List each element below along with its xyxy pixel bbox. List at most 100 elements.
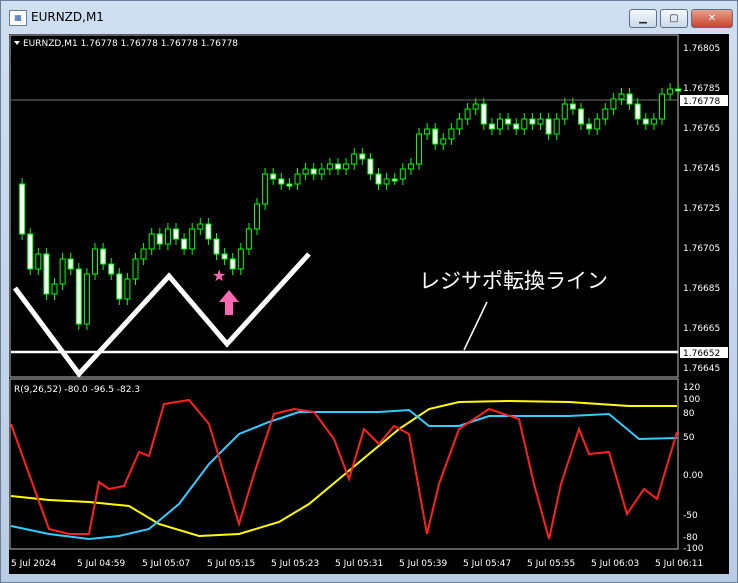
indicator-scale-label: -80 [683,533,698,543]
candle-body [92,248,98,275]
candle-body [642,118,649,125]
candle-body [318,168,325,175]
line-price-label: 1.76652 [683,349,720,359]
time-label: 5 Jul 2024 [11,559,56,569]
time-label: 5 Jul 06:11 [655,559,703,569]
candle-body [399,168,406,180]
time-label: 5 Jul 05:23 [271,559,319,569]
candle-body [391,178,398,182]
candle-body [100,248,107,265]
candle-body [245,228,252,250]
candle-body [294,173,301,185]
candle-body [237,248,244,270]
candle-body [383,178,390,185]
candle-body [480,103,487,125]
star-icon: ★ [212,266,226,285]
candle-body [351,153,358,165]
candle-body [148,233,155,250]
candle-body [537,118,544,125]
indicator-line-fast [10,398,678,540]
candle-body [424,128,431,135]
minimize-button[interactable]: ▁ [629,9,657,28]
time-label: 5 Jul 05:47 [463,559,511,569]
close-button[interactable]: ✕ [691,9,733,28]
candle-body [335,163,341,170]
maximize-button[interactable]: ▢ [660,9,688,28]
indicator-scale-label: 0.00 [683,471,703,481]
chart-svg: EURNZD,M1 1.76778 1.76778 1.76778 1.7677… [9,34,728,569]
candle-body [375,173,382,185]
candle-body [124,278,131,300]
candle-body [610,98,617,110]
time-label: 5 Jul 05:39 [399,559,448,569]
candle-body [181,238,188,250]
candle-body [561,103,568,120]
candle-body [634,103,641,120]
candle-body [367,158,374,175]
candle-body [529,118,536,125]
time-label: 5 Jul 05:15 [207,559,255,569]
time-label: 5 Jul 04:59 [77,559,126,569]
indicator-scale-label: -50 [683,511,698,521]
candle-body [75,268,82,325]
candle-body [407,163,414,170]
price-label: 1.76745 [683,164,720,174]
candle-body [578,108,584,125]
candle-body [659,93,665,120]
chart-window: ▦ EURNZD,M1 ▁ ▢ ✕ EURNZD,M1 1.76778 1.76… [0,0,738,583]
candle-body [594,118,601,130]
candle-body [270,173,277,180]
candle-body [35,253,42,270]
price-label: 1.76645 [683,364,720,374]
candle-body [116,273,123,300]
candle-body [569,103,576,110]
candle-body [213,238,220,255]
annotation-label: レジサポ転換ライン [419,269,608,293]
time-axis: 5 Jul 2024 5 Jul 04:59 5 Jul 05:07 5 Jul… [11,559,703,569]
candle-body [626,93,633,105]
candle-body [513,123,520,130]
price-label: 1.76705 [683,244,720,254]
candle-body [448,128,455,140]
candle-body [19,183,26,235]
price-label: 1.76725 [683,204,720,214]
indicator-scale-label: 50 [683,433,695,443]
time-label: 5 Jul 05:31 [335,559,383,569]
candle-body [221,253,228,260]
price-label: 1.76785 [683,84,720,94]
candle-body [83,273,90,325]
indicator-scale-label: -100 [683,544,704,554]
candle-body [602,108,609,120]
candle-body [675,88,682,92]
candle-body [205,223,212,240]
title-bar[interactable]: ▦ EURNZD,M1 ▁ ▢ ✕ [1,1,737,33]
candle-body [310,168,317,175]
candle-body [650,118,657,125]
annotation-pointer-line [463,301,488,351]
chart-app-icon: ▦ [9,10,27,26]
candle-body [67,258,74,270]
indicator-axis: 120 100 80 50 0.00 -50 -80 -100 [683,383,704,554]
candle-body [164,228,171,245]
candle-body [132,258,139,280]
candle-body [108,263,115,275]
indicator-scale-label: 100 [683,395,700,405]
candle-body [521,118,528,130]
chart-area[interactable]: EURNZD,M1 1.76778 1.76778 1.76778 1.7677… [9,34,729,574]
candle-body [432,128,439,145]
indicator-scale-label: 80 [683,409,695,419]
collapse-triangle-icon[interactable] [14,41,20,45]
candle-body [286,183,293,187]
candle-body [43,253,50,295]
candle-body [440,138,447,145]
candle-body [197,223,204,230]
price-label: 1.76805 [683,44,720,54]
w-pattern-line[interactable] [12,252,311,378]
candle-body [278,178,285,185]
candle-body [302,168,309,175]
candle-body [254,203,260,230]
window-title: EURNZD,M1 [31,10,104,24]
candle-body [229,258,236,270]
candle-body [464,108,471,120]
candle-body [59,258,66,285]
